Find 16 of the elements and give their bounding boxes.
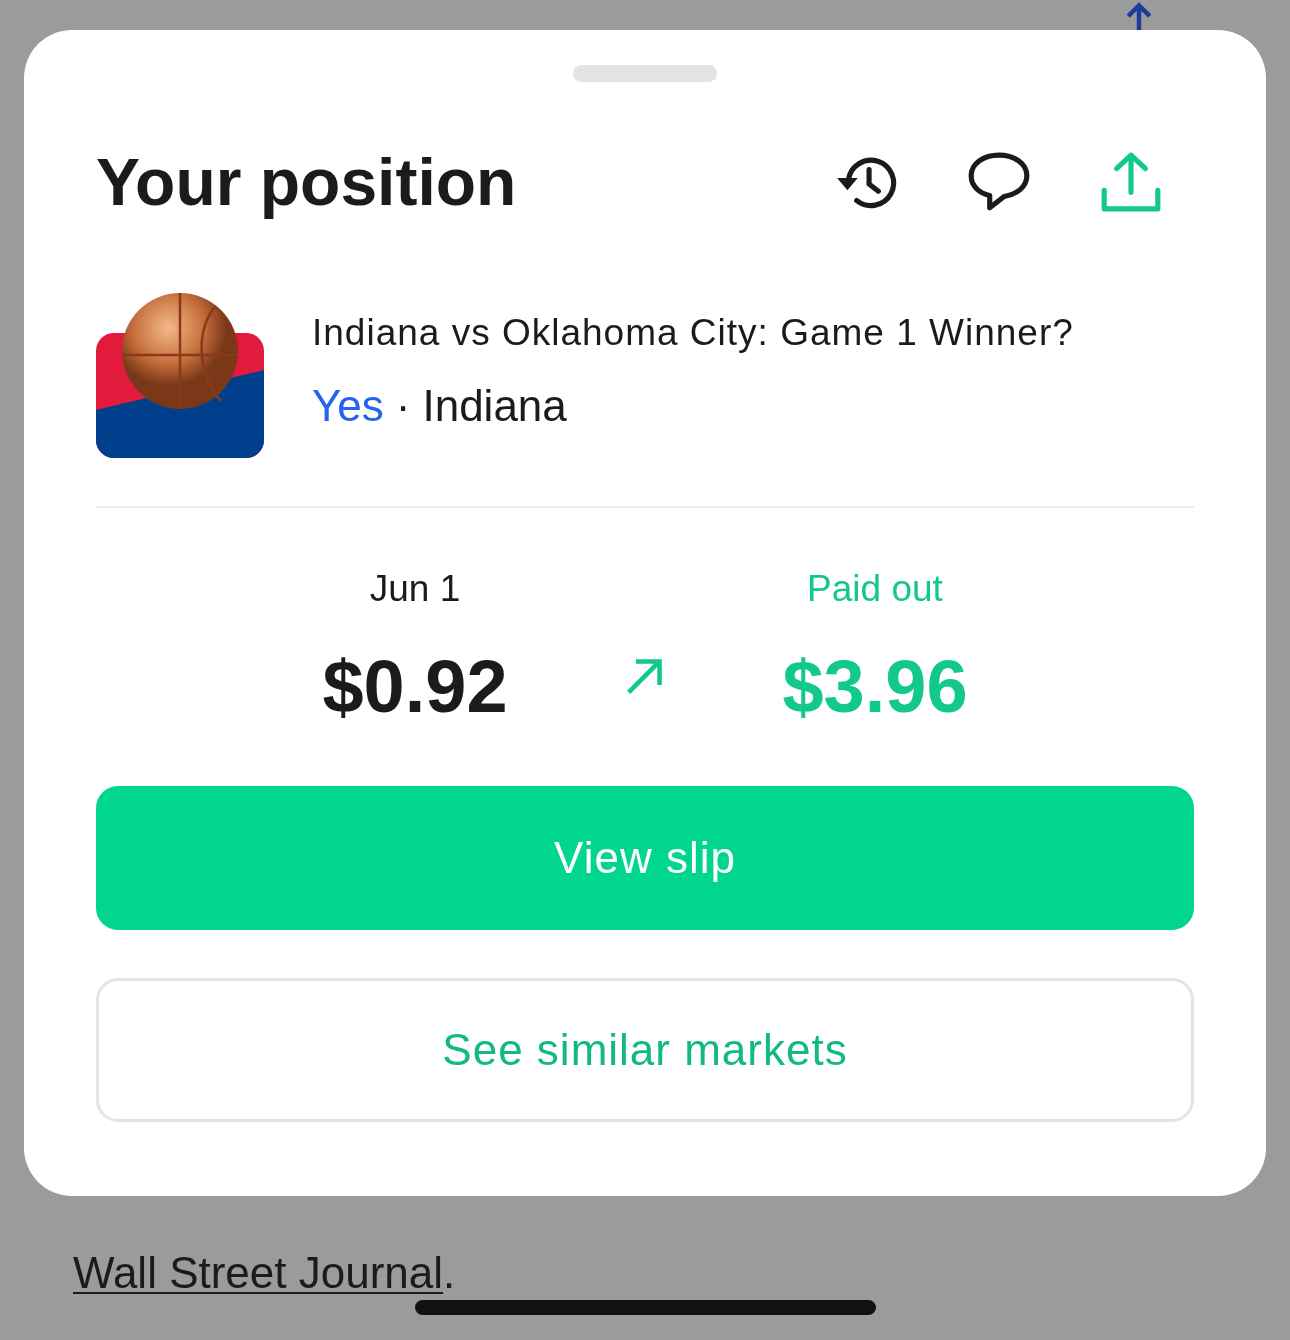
stat-value: $3.96 [782,644,968,730]
source-link[interactable]: Wall Street Journal [73,1248,444,1297]
separator: · [395,380,411,432]
basketball-icon [96,290,264,458]
sheet-title: Your position [96,144,517,220]
drag-handle[interactable] [573,65,717,82]
view-slip-button[interactable]: View slip [96,786,1194,930]
stat-label: Jun 1 [369,567,461,611]
arrow-up-right-icon [625,656,665,696]
position-side: Yes [312,380,384,432]
team-name: Indiana [422,380,567,432]
similar-markets-button[interactable]: See similar markets [96,978,1194,1122]
source-note: Wall Street Journal. [73,1249,456,1297]
stat-value: $0.92 [322,644,508,730]
market-question: Indiana vs Oklahoma City: Game 1 Winner? [312,311,1074,355]
stat-label: Paid out [807,567,943,611]
